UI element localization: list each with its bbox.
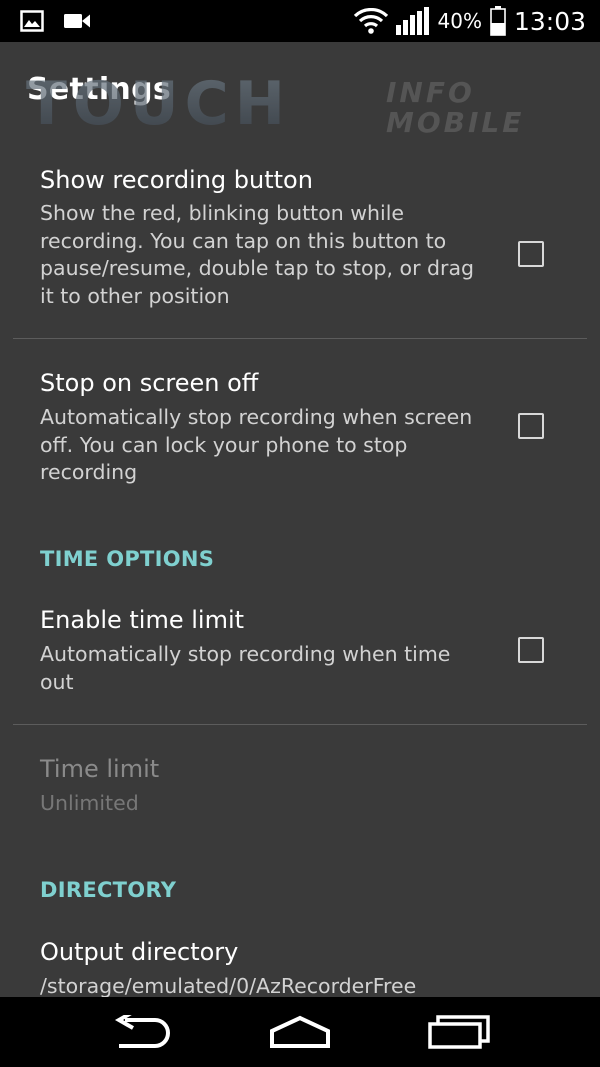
back-button[interactable] bbox=[106, 1009, 176, 1055]
pref-title: Output directory bbox=[40, 938, 239, 966]
show-recording-button-checkbox[interactable] bbox=[518, 241, 544, 267]
page-title: Settings bbox=[27, 72, 172, 107]
pref-title: Stop on screen off bbox=[40, 369, 259, 397]
pref-title: Show recording button bbox=[40, 166, 313, 194]
pref-summary: Automatically stop recording when screen… bbox=[40, 405, 473, 484]
pref-summary: Automatically stop recording when time o… bbox=[40, 642, 451, 694]
recent-apps-button[interactable] bbox=[424, 1009, 494, 1055]
video-camera-notification-icon bbox=[64, 14, 90, 28]
back-icon bbox=[114, 1015, 170, 1048]
recent-apps-icon bbox=[428, 1015, 490, 1049]
home-icon bbox=[270, 1015, 330, 1048]
pref-title: Enable time limit bbox=[40, 606, 245, 634]
pref-time-limit: Time limit Unlimited bbox=[0, 725, 600, 835]
battery-icon bbox=[490, 6, 506, 36]
home-button[interactable] bbox=[265, 1009, 335, 1055]
navigation-bar bbox=[0, 997, 600, 1067]
clock: 13:03 bbox=[513, 6, 586, 36]
section-header-directory: DIRECTORY bbox=[40, 878, 177, 902]
pref-output-directory[interactable]: Output directory /storage/emulated/0/AzR… bbox=[0, 918, 600, 997]
pref-title: Time limit bbox=[40, 755, 160, 783]
wifi-icon bbox=[353, 8, 388, 34]
section-header-time-options: TIME OPTIONS bbox=[40, 547, 215, 571]
pref-summary: Unlimited bbox=[40, 791, 139, 815]
action-bar: Settings bbox=[0, 42, 600, 140]
pref-show-recording-button[interactable]: Show recording button Show the red, blin… bbox=[0, 158, 600, 338]
pref-enable-time-limit[interactable]: Enable time limit Automatically stop rec… bbox=[0, 586, 600, 724]
stop-on-screen-off-checkbox[interactable] bbox=[518, 413, 544, 439]
enable-time-limit-checkbox[interactable] bbox=[518, 637, 544, 663]
pref-summary: /storage/emulated/0/AzRecorderFree bbox=[40, 974, 417, 997]
image-notification-icon bbox=[20, 10, 44, 32]
status-bar: 40% 13:03 bbox=[0, 0, 600, 42]
settings-list[interactable]: Show recording button Show the red, blin… bbox=[0, 140, 600, 997]
signal-icon bbox=[395, 7, 429, 35]
pref-stop-on-screen-off[interactable]: Stop on screen off Automatically stop re… bbox=[0, 339, 600, 494]
pref-summary: Show the red, blinking button while reco… bbox=[40, 201, 475, 308]
battery-percent: 40% bbox=[437, 9, 482, 33]
